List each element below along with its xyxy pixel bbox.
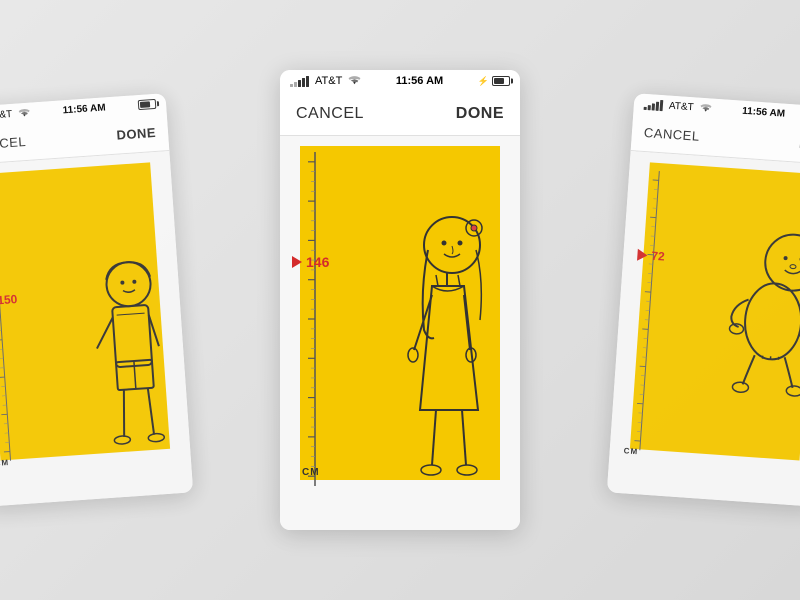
boy-character bbox=[77, 253, 181, 469]
battery-icon-center bbox=[492, 76, 510, 86]
height-value-center: 146 bbox=[306, 254, 329, 270]
phone-right: AT&T 11:56 AM CANCEL DON bbox=[607, 93, 800, 507]
cancel-button-right[interactable]: CANCEL bbox=[643, 125, 700, 144]
baby-character bbox=[715, 208, 800, 414]
done-button-center[interactable]: DONE bbox=[456, 105, 504, 123]
signal-icon-center bbox=[290, 76, 309, 87]
height-arrow-center bbox=[292, 256, 302, 268]
phone-left: AT&T 11:56 AM CANCEL DONE bbox=[0, 93, 193, 507]
scene: AT&T 11:56 AM CANCEL DONE bbox=[0, 0, 800, 600]
unit-label-left: CM bbox=[0, 458, 9, 468]
phone-center: AT&T 11:56 AM ⚡ CANCEL DONE bbox=[280, 70, 520, 530]
height-indicator-left: 150 bbox=[0, 292, 18, 308]
unit-label-right: CM bbox=[623, 446, 638, 456]
charging-icon: ⚡ bbox=[478, 76, 489, 87]
ruler-center bbox=[305, 152, 331, 486]
height-value-right: 72 bbox=[651, 248, 665, 263]
content-left: 150 CM bbox=[0, 151, 193, 507]
wifi-icon-right bbox=[699, 103, 712, 113]
done-button-left[interactable]: DONE bbox=[116, 125, 157, 143]
girl-character bbox=[392, 210, 502, 490]
carrier-label: AT&T bbox=[0, 108, 13, 121]
status-bar-center: AT&T 11:56 AM ⚡ bbox=[280, 70, 520, 92]
height-indicator-right: 72 bbox=[637, 248, 665, 264]
cancel-button-center[interactable]: CANCEL bbox=[296, 105, 364, 123]
cancel-button-left[interactable]: CANCEL bbox=[0, 134, 27, 153]
unit-label-center: CM bbox=[302, 467, 320, 478]
height-indicator-center: 146 bbox=[292, 254, 329, 270]
time-label-right: 11:56 AM bbox=[742, 105, 786, 119]
time-label: 11:56 AM bbox=[62, 102, 106, 116]
height-arrow-right bbox=[637, 249, 648, 262]
nav-bar-center: CANCEL DONE bbox=[280, 92, 520, 136]
signal-icon-right bbox=[644, 98, 664, 110]
time-label-center: 11:56 AM bbox=[396, 75, 443, 87]
height-value-left: 150 bbox=[0, 292, 18, 307]
content-right: 72 CM bbox=[607, 151, 800, 507]
content-center: 146 CM bbox=[280, 136, 520, 530]
carrier-label-center: AT&T bbox=[315, 75, 342, 87]
carrier-label-right: AT&T bbox=[669, 100, 695, 113]
wifi-icon bbox=[18, 108, 31, 118]
wifi-icon-center bbox=[348, 76, 361, 86]
battery-icon bbox=[138, 99, 157, 110]
